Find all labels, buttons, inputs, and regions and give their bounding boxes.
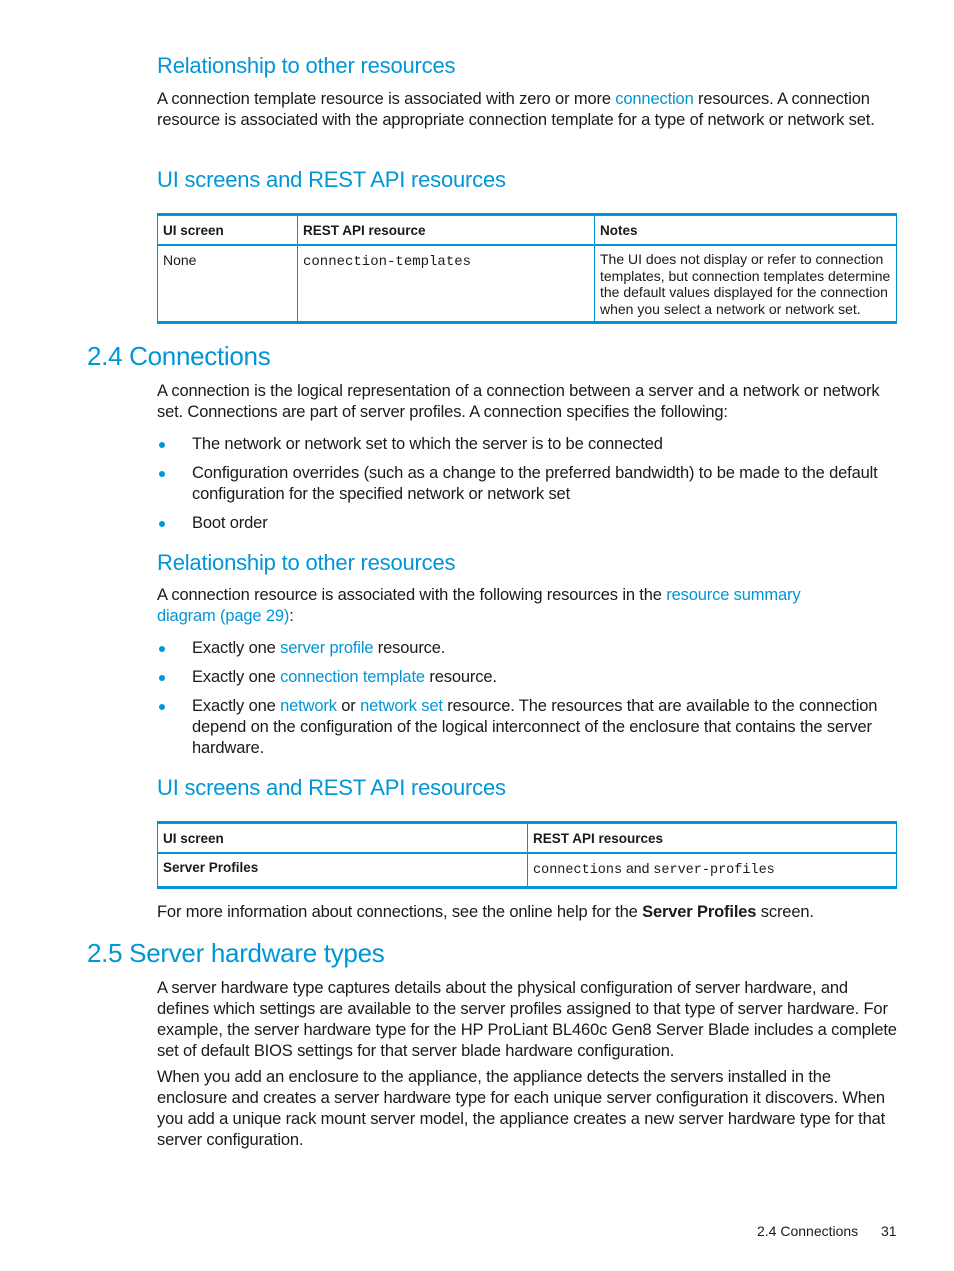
list-item: Exactly one server profile resource. xyxy=(157,638,899,659)
relationship-heading-1: Relationship to other resources xyxy=(157,53,456,78)
relationship-heading-2: Relationship to other resources xyxy=(157,550,456,575)
list-item: Boot order xyxy=(157,513,897,534)
text-span: Exactly one xyxy=(192,639,281,657)
list-item: The network or network set to which the … xyxy=(157,434,897,455)
text-span: resource. xyxy=(373,639,446,657)
table-header-ui-screen: UI screen xyxy=(157,822,528,854)
connection-templates-table: UI screen REST API resource Notes None c… xyxy=(157,213,897,324)
relationship-paragraph-1: A connection template resource is associ… xyxy=(157,89,899,131)
list-item: Exactly one connection template resource… xyxy=(157,667,899,688)
network-link[interactable]: network xyxy=(280,697,337,715)
server-profile-link[interactable]: server profile xyxy=(280,639,373,657)
rest-resource-server-profiles: server-profiles xyxy=(653,863,775,878)
connection-link[interactable]: connection xyxy=(615,90,693,108)
table-header-row: UI screen REST API resources xyxy=(157,822,897,854)
ui-screens-heading-2: UI screens and REST API resources xyxy=(157,775,506,800)
ui-screens-heading-1: UI screens and REST API resources xyxy=(157,167,506,192)
table-row: None connection-templates The UI does no… xyxy=(157,244,897,323)
text-span: or xyxy=(336,697,361,715)
rest-resource-connections: connections xyxy=(533,863,623,878)
text-span: Exactly one xyxy=(192,668,281,686)
text-span: For more information about connections, … xyxy=(157,903,643,921)
list-item: Exactly one network or network set resou… xyxy=(157,696,899,759)
text-span: resource. xyxy=(424,668,497,686)
server-hardware-types-paragraph-1: A server hardware type captures details … xyxy=(157,979,897,1060)
relationship-paragraph-2: A connection resource is associated with… xyxy=(157,585,847,627)
text-span: A connection resource is associated with… xyxy=(157,586,667,604)
connections-intro: A connection is the logical representati… xyxy=(157,382,880,421)
table-header-ui-screen: UI screen xyxy=(157,214,298,246)
network-set-link[interactable]: network set xyxy=(360,697,443,715)
table-cell-rest-resources: connections and server-profiles xyxy=(527,852,897,888)
table-cell-rest-resource: connection-templates xyxy=(297,244,595,323)
table-row: Server Profiles connections and server-p… xyxy=(157,852,897,888)
section-title-connections: 2.4 Connections xyxy=(87,341,271,371)
connection-template-link[interactable]: connection template xyxy=(280,668,425,686)
table-header-row: UI screen REST API resource Notes xyxy=(157,214,897,246)
table-cell-ui-screen: None xyxy=(157,244,298,323)
text-span: Exactly one xyxy=(192,697,281,715)
text-span: A connection template resource is associ… xyxy=(157,90,616,108)
list-item: Configuration overrides (such as a chang… xyxy=(157,463,897,505)
connection-spec-list: The network or network set to which the … xyxy=(157,434,897,534)
footer-section-name: 2.4 Connections xyxy=(757,1223,859,1239)
connections-ui-table: UI screen REST API resources Server Prof… xyxy=(157,821,897,889)
section-title-server-hardware-types: 2.5 Server hardware types xyxy=(87,938,385,968)
text-span: screen. xyxy=(756,903,814,921)
table-header-rest-api-resources: REST API resources xyxy=(527,822,897,854)
server-hardware-types-paragraph-2: When you add an enclosure to the applian… xyxy=(157,1068,886,1149)
text-span: and xyxy=(622,860,654,876)
relationship-list: Exactly one server profile resource. Exa… xyxy=(157,638,899,759)
server-profiles-bold: Server Profiles xyxy=(642,903,757,921)
table-cell-notes: The UI does not display or refer to conn… xyxy=(594,244,897,323)
table-header-notes: Notes xyxy=(594,214,897,246)
more-info-paragraph: For more information about connections, … xyxy=(157,902,897,923)
footer-page-number: 31 xyxy=(881,1223,897,1239)
text-span: : xyxy=(289,607,294,625)
table-cell-ui-screen: Server Profiles xyxy=(157,852,528,888)
table-header-rest-api-resource: REST API resource xyxy=(297,214,595,246)
